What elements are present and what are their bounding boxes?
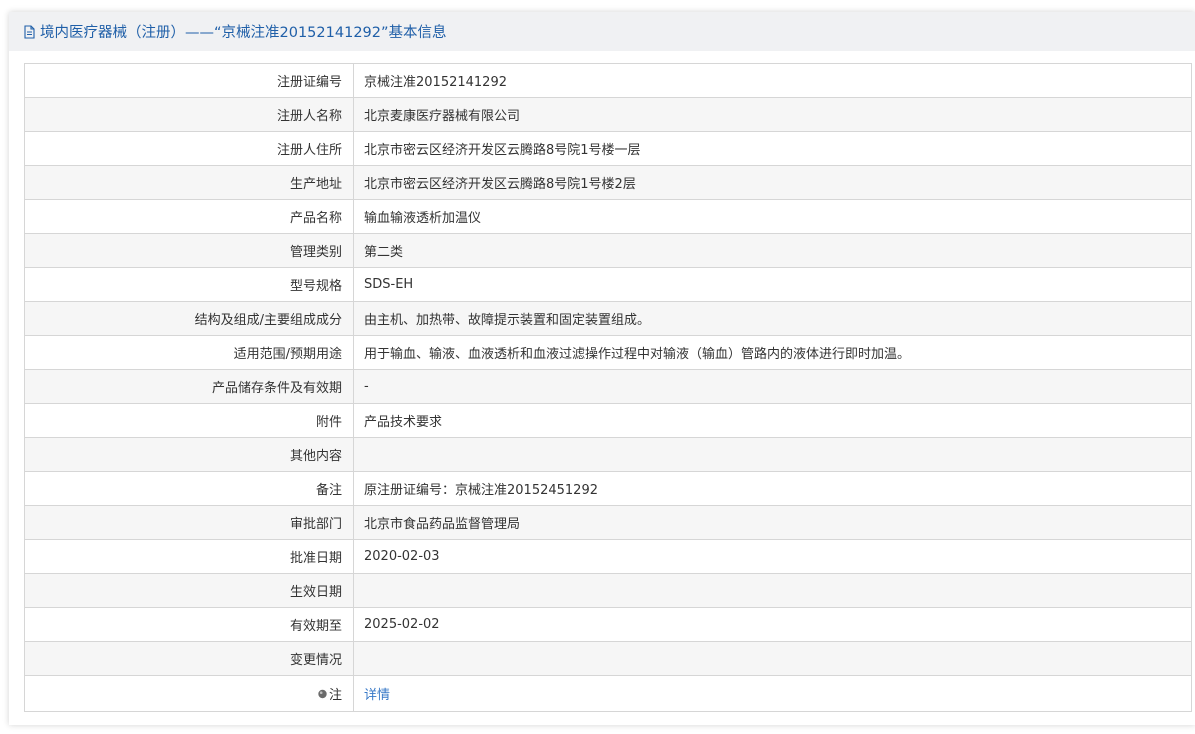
row-label: 变更情况 xyxy=(24,641,354,676)
row-label: 产品名称 xyxy=(24,199,354,234)
info-table-wrapper: 注册证编号 京械注准20152141292 注册人名称 北京麦康医疗器械有限公司 注册人… xyxy=(24,63,1192,712)
table-row: 产品名称 输血输液透析加温仪 xyxy=(24,199,1192,234)
table-row: 生产地址 北京市密云区经济开发区云腾路8号院1号楼2层 xyxy=(24,165,1192,200)
row-value: - xyxy=(353,369,1192,404)
table-row: 批准日期 2020-02-03 xyxy=(24,539,1192,574)
table-row-note: 注 详情 xyxy=(24,675,1192,712)
table-row: 适用范围/预期用途 用于输血、输液、血液透析和血液过滤操作过程中对输液（输血）管路… xyxy=(24,335,1192,370)
row-label: 有效期至 xyxy=(24,607,354,642)
row-value xyxy=(353,641,1192,676)
details-link[interactable]: 详情 xyxy=(364,688,390,703)
table-row: 结构及组成/主要组成成分 由主机、加热带、故障提示装置和固定装置组成。 xyxy=(24,301,1192,336)
table-row: 有效期至 2025-02-02 xyxy=(24,607,1192,642)
info-table: 注册证编号 京械注准20152141292 注册人名称 北京麦康医疗器械有限公司 注册人… xyxy=(24,63,1192,712)
row-value xyxy=(353,573,1192,608)
row-label: 生效日期 xyxy=(24,573,354,608)
row-label: 结构及组成/主要组成成分 xyxy=(24,301,354,336)
row-label: 注册人住所 xyxy=(24,131,354,166)
table-row: 型号规格 SDS-EH xyxy=(24,267,1192,302)
row-label: 备注 xyxy=(24,471,354,506)
table-row: 产品储存条件及有效期 - xyxy=(24,369,1192,404)
row-value: 京械注准20152141292 xyxy=(353,63,1192,98)
table-row: 备注 原注册证编号：京械注准20152451292 xyxy=(24,471,1192,506)
row-label: 注册人名称 xyxy=(24,97,354,132)
row-value: 北京麦康医疗器械有限公司 xyxy=(353,97,1192,132)
table-row: 注册人住所 北京市密云区经济开发区云腾路8号院1号楼一层 xyxy=(24,131,1192,166)
table-row: 注册人名称 北京麦康医疗器械有限公司 xyxy=(24,97,1192,132)
table-row: 生效日期 xyxy=(24,573,1192,608)
row-label: 其他内容 xyxy=(24,437,354,472)
row-value: 输血输液透析加温仪 xyxy=(353,199,1192,234)
note-label: 注 xyxy=(328,687,342,703)
row-value: SDS-EH xyxy=(353,267,1192,302)
row-value: 原注册证编号：京械注准20152451292 xyxy=(353,471,1192,506)
row-value: 北京市密云区经济开发区云腾路8号院1号楼2层 xyxy=(353,165,1192,200)
row-label: 管理类别 xyxy=(24,233,354,268)
detail-panel: 境内医疗器械（注册）——“京械注准20152141292”基本信息 注册证编号京… xyxy=(9,12,1195,725)
row-value: 第二类 xyxy=(353,233,1192,268)
panel-header: 境内医疗器械（注册）——“京械注准20152141292”基本信息 xyxy=(9,12,1195,51)
table-row: 其他内容 xyxy=(24,437,1192,472)
row-label: 附件 xyxy=(24,403,354,438)
row-value: 用于输血、输液、血液透析和血液过滤操作过程中对输液（输血）管路内的液体进行即时加… xyxy=(353,335,1192,370)
document-icon xyxy=(23,24,36,39)
row-value: 2025-02-02 xyxy=(353,607,1192,642)
note-value-cell: 详情 xyxy=(353,675,1192,712)
row-value: 北京市食品药品监督管理局 xyxy=(353,505,1192,540)
table-row: 管理类别 第二类 xyxy=(24,233,1192,268)
page-title: 境内医疗器械（注册）——“京械注准20152141292”基本信息 xyxy=(40,25,447,41)
table-row: 审批部门 北京市食品药品监督管理局 xyxy=(24,505,1192,540)
table-row: 变更情况 xyxy=(24,641,1192,676)
row-value xyxy=(353,437,1192,472)
row-value: 2020-02-03 xyxy=(353,539,1192,574)
row-label: 产品储存条件及有效期 xyxy=(24,369,354,404)
row-label: 注册证编号 xyxy=(24,63,354,98)
row-value: 由主机、加热带、故障提示装置和固定装置组成。 xyxy=(353,301,1192,336)
pin-icon xyxy=(317,689,328,704)
note-label-cell: 注 xyxy=(24,675,354,712)
table-row: 注册证编号 京械注准20152141292 xyxy=(24,63,1192,98)
row-label: 生产地址 xyxy=(24,165,354,200)
row-label: 审批部门 xyxy=(24,505,354,540)
table-row: 附件 产品技术要求 xyxy=(24,403,1192,438)
row-value: 产品技术要求 xyxy=(353,403,1192,438)
row-value: 北京市密云区经济开发区云腾路8号院1号楼一层 xyxy=(353,131,1192,166)
row-label: 批准日期 xyxy=(24,539,354,574)
row-label: 型号规格 xyxy=(24,267,354,302)
row-label: 适用范围/预期用途 xyxy=(24,335,354,370)
